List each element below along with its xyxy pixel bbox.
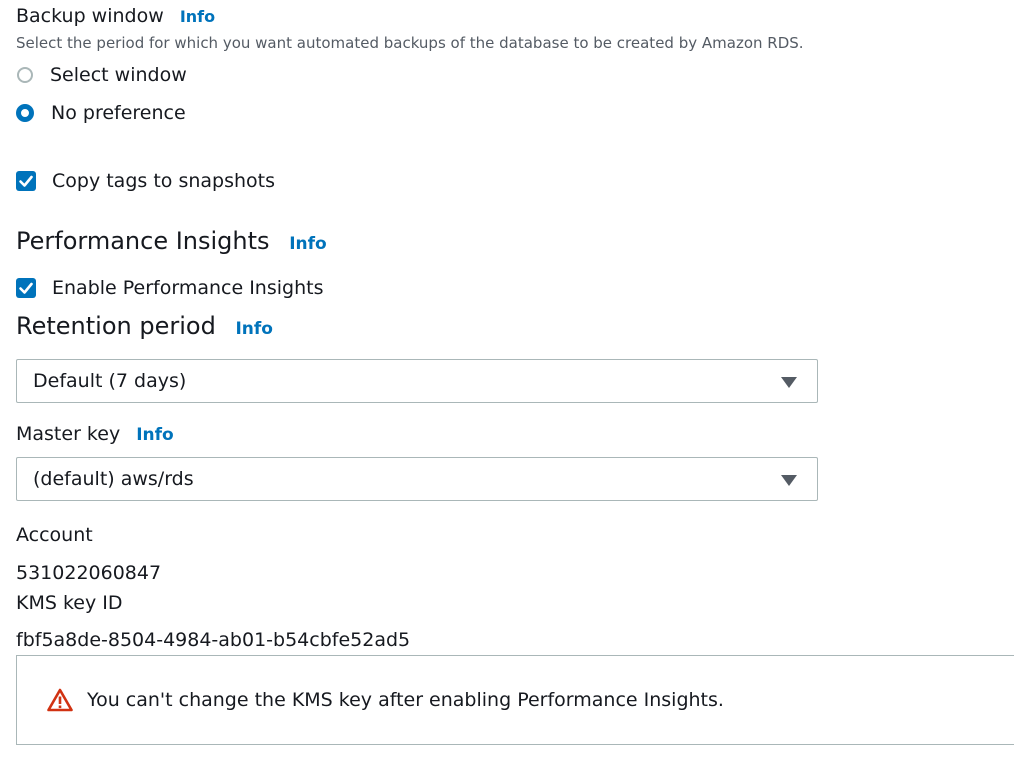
caret-down-icon — [781, 475, 797, 486]
checkmark-icon[interactable] — [16, 171, 36, 191]
account-value: 531022060847 — [16, 562, 162, 584]
checkmark-icon[interactable] — [16, 278, 36, 298]
performance-insights-title: Performance Insights — [16, 227, 270, 255]
retention-period-select[interactable]: Default (7 days) — [16, 359, 818, 403]
master-key-header: Master key Info — [16, 422, 174, 447]
radio-selected-icon[interactable] — [16, 104, 34, 122]
kms-key-value: fbf5a8de-8504-4984-ab01-b54cbfe52ad5 — [16, 629, 411, 651]
performance-insights-header: Performance Insights Info — [16, 226, 327, 259]
warning-text: You can't change the KMS key after enabl… — [87, 689, 724, 711]
retention-period-value: Default (7 days) — [33, 370, 187, 392]
backup-window-header: Backup window Info — [16, 4, 215, 29]
retention-period-info-link[interactable]: Info — [235, 319, 273, 339]
enable-performance-insights-checkbox[interactable]: Enable Performance Insights — [16, 275, 323, 301]
kms-key-label: KMS key ID — [16, 592, 123, 614]
copy-tags-checkbox[interactable]: Copy tags to snapshots — [16, 168, 275, 194]
radio-select-window[interactable]: Select window — [16, 62, 187, 88]
performance-insights-info-link[interactable]: Info — [289, 234, 327, 254]
radio-select-window-label: Select window — [50, 64, 187, 86]
backup-window-label: Backup window — [16, 5, 164, 27]
master-key-value: (default) aws/rds — [33, 468, 194, 490]
retention-period-header: Retention period Info — [16, 311, 273, 344]
master-key-label: Master key — [16, 423, 121, 445]
account-label: Account — [16, 524, 93, 546]
backup-window-info-link[interactable]: Info — [180, 7, 215, 26]
copy-tags-label: Copy tags to snapshots — [52, 170, 275, 192]
radio-unselected-icon[interactable] — [17, 67, 33, 83]
kms-warning-alert: You can't change the KMS key after enabl… — [16, 655, 1014, 745]
warning-icon — [47, 688, 73, 716]
caret-down-icon — [781, 377, 797, 388]
enable-performance-insights-label: Enable Performance Insights — [52, 277, 324, 299]
radio-no-preference[interactable]: No preference — [16, 100, 186, 126]
backup-window-description: Select the period for which you want aut… — [16, 34, 804, 52]
retention-period-title: Retention period — [16, 312, 216, 340]
master-key-info-link[interactable]: Info — [136, 425, 174, 445]
radio-no-preference-label: No preference — [51, 102, 186, 124]
master-key-select[interactable]: (default) aws/rds — [16, 457, 818, 501]
